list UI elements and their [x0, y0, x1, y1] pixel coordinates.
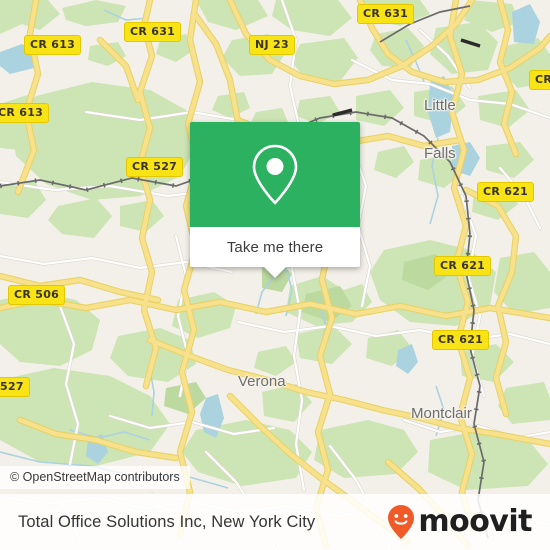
road-shield-cr-506[interactable]: CR 506: [8, 285, 66, 305]
road-shield-cr-631-top[interactable]: CR 631: [357, 4, 415, 24]
place-label-little-falls: Little Falls: [424, 66, 456, 194]
venue-title: Total Office Solutions Inc, New York Cit…: [18, 512, 316, 531]
moovit-logo[interactable]: moovit: [386, 504, 532, 540]
card-action-bar[interactable]: Take me there: [190, 227, 360, 278]
card-pointer: [263, 266, 287, 278]
take-me-there-card[interactable]: Take me there: [190, 122, 360, 278]
bottom-info-bar: Total Office Solutions Inc, New York Cit…: [0, 494, 550, 550]
moovit-smiley-pin-icon: [388, 505, 415, 539]
road-shield-nj-23[interactable]: NJ 23: [249, 35, 295, 55]
road-shield-cr-631-north[interactable]: CR 631: [124, 22, 182, 42]
place-label-line: Little: [424, 97, 456, 114]
take-me-there-label: Take me there: [226, 238, 324, 256]
osm-attribution[interactable]: © OpenStreetMap contributors: [0, 466, 190, 489]
road-shield-cr-527-upper[interactable]: CR 527: [126, 157, 184, 177]
road-shield-cr-621-mid[interactable]: CR 621: [434, 256, 492, 276]
place-label-verona: Verona: [238, 373, 286, 390]
moovit-wordmark: moovit: [418, 504, 532, 539]
place-label-montclair: Montclair: [411, 405, 472, 422]
card-image-area: [190, 122, 360, 227]
map-pin-icon: [252, 144, 298, 204]
road-shield-527-bottom[interactable]: 527: [0, 377, 30, 397]
road-shield-cr-621-south[interactable]: CR 621: [432, 330, 490, 350]
place-label-line: Falls: [424, 145, 456, 162]
road-shield-cr-613-lower[interactable]: CR 613: [0, 103, 50, 123]
road-shield-cr-621-north[interactable]: CR 621: [477, 182, 535, 202]
road-shield-cr-613-upper[interactable]: CR 613: [24, 35, 82, 55]
road-shield-cr-right-edge[interactable]: CR: [529, 70, 550, 90]
moovit-map-screen: Little Falls Verona Montclair CR 631 CR …: [0, 0, 550, 550]
